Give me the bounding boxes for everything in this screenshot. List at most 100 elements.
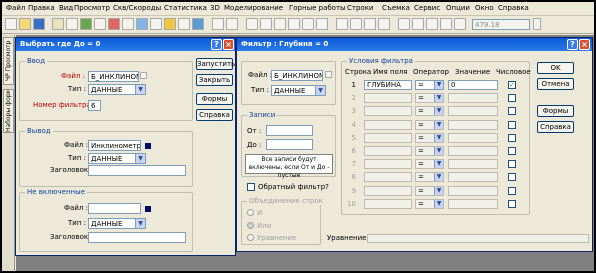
condition-field-input[interactable] <box>364 172 412 183</box>
grid-icon[interactable] <box>52 18 64 30</box>
fit-icon[interactable] <box>398 18 410 30</box>
output-file-browse-icon[interactable] <box>145 143 151 149</box>
forms-button[interactable]: Формы <box>196 93 233 105</box>
save-icon[interactable] <box>33 18 45 30</box>
condition-field-input[interactable] <box>364 106 412 117</box>
measure-icon[interactable] <box>440 18 452 30</box>
output-type-select[interactable]: ДАННЫЕ ▼ <box>88 153 146 164</box>
pan-icon[interactable] <box>412 18 424 30</box>
list-icon[interactable] <box>178 18 190 30</box>
help-pointer-icon[interactable] <box>226 18 238 30</box>
condition-operator-select[interactable]: = ▼ <box>415 132 444 143</box>
condition-operator-select[interactable]: = ▼ <box>415 185 444 196</box>
condition-field-input[interactable] <box>364 93 412 104</box>
cancel-button[interactable]: Отмена <box>537 78 574 90</box>
menu-help[interactable]: Справка <box>498 4 529 12</box>
condition-value-input[interactable] <box>448 172 498 183</box>
sun-icon[interactable] <box>164 18 176 30</box>
menu-preview[interactable]: Просмотр <box>74 4 110 12</box>
menu-window[interactable]: Окно <box>475 4 494 12</box>
union-equation-radio[interactable] <box>247 234 254 241</box>
arrow-left-icon[interactable] <box>364 18 376 30</box>
condition-operator-select[interactable]: = ▼ <box>415 119 444 130</box>
table-icon[interactable] <box>94 18 106 30</box>
condition-operator-select[interactable]: = ▼ <box>415 106 444 117</box>
menu-survey[interactable]: Съемка <box>382 4 410 12</box>
menu-view[interactable]: Вид <box>59 4 73 12</box>
condition-field-input[interactable] <box>364 159 412 170</box>
hand-icon[interactable] <box>302 18 314 30</box>
filter-number-field[interactable]: 6 <box>88 100 101 111</box>
zoom-out-icon[interactable] <box>288 18 300 30</box>
filter-file-field[interactable]: Б_ИНКЛИНОМ <box>271 70 323 81</box>
menu-mining[interactable]: Горные работы <box>289 4 346 12</box>
condition-field-input[interactable] <box>364 119 412 130</box>
menu-edit[interactable]: Правка <box>28 4 55 12</box>
filter-help-button[interactable]: Справка <box>537 121 574 133</box>
condition-value-input[interactable]: 0 <box>448 80 498 90</box>
grid-view-icon[interactable] <box>150 18 162 30</box>
condition-value-input[interactable] <box>448 159 498 170</box>
condition-operator-select[interactable]: = ▼ <box>415 159 444 170</box>
condition-numeric-checkbox[interactable] <box>508 94 516 103</box>
close-button[interactable]: Закрыть <box>196 74 233 86</box>
stop-icon[interactable] <box>246 18 258 30</box>
condition-field-input[interactable] <box>364 132 412 143</box>
run-button[interactable]: Запустить <box>196 58 235 70</box>
condition-operator-select[interactable]: = ▼ <box>415 172 444 183</box>
excluded-file-browse-icon[interactable] <box>145 206 151 212</box>
window-icon[interactable] <box>136 18 148 30</box>
arrow-up-icon[interactable] <box>336 18 348 30</box>
bookmark-icon[interactable] <box>192 18 204 30</box>
equation-field[interactable] <box>367 234 589 243</box>
tab-preview[interactable]: ЧР Просмотр <box>3 37 14 85</box>
condition-value-input[interactable] <box>448 198 498 209</box>
condition-value-input[interactable] <box>448 106 498 117</box>
condition-value-input[interactable] <box>448 93 498 104</box>
help-button[interactable]: Справка <box>196 109 233 121</box>
menu-statistics[interactable]: Статистика <box>164 4 207 12</box>
condition-value-input[interactable] <box>448 132 498 143</box>
menu-strings[interactable]: Строки <box>347 4 373 12</box>
condition-field-input[interactable] <box>364 198 412 209</box>
excluded-header-field[interactable] <box>88 232 186 243</box>
new-file-icon[interactable] <box>5 18 17 30</box>
chart-icon[interactable] <box>108 18 120 30</box>
condition-operator-select[interactable]: = ▼ <box>415 198 444 209</box>
condition-numeric-checkbox[interactable] <box>508 107 516 116</box>
rotate-icon[interactable] <box>316 18 328 30</box>
pointer-icon[interactable] <box>212 18 224 30</box>
condition-numeric-checkbox[interactable] <box>508 173 516 182</box>
menu-options[interactable]: Опции <box>446 4 470 12</box>
condition-value-input[interactable] <box>448 146 498 156</box>
condition-numeric-checkbox[interactable] <box>508 120 516 129</box>
excluded-type-select[interactable]: ДАННЫЕ ▼ <box>88 218 146 229</box>
refresh-icon[interactable] <box>260 18 272 30</box>
section-icon[interactable] <box>454 18 466 30</box>
condition-value-input[interactable] <box>448 119 498 130</box>
condition-operator-select[interactable]: = ▼ <box>415 80 444 90</box>
menu-file[interactable]: Файл <box>6 4 25 12</box>
zoom-field[interactable]: 479.18 <box>472 19 530 30</box>
menu-modeling[interactable]: Моделирование <box>224 4 283 12</box>
arrow-down-icon[interactable] <box>350 18 362 30</box>
filter-dialog-help-icon[interactable]: ? <box>567 39 578 50</box>
condition-numeric-checkbox[interactable] <box>508 147 516 155</box>
file-browse-icon[interactable] <box>140 72 147 79</box>
select-dialog-close-icon[interactable]: × <box>223 39 234 50</box>
layers-icon[interactable] <box>122 18 134 30</box>
zoom-dropdown-icon[interactable] <box>533 18 541 30</box>
records-to-field[interactable] <box>266 139 313 150</box>
condition-numeric-checkbox[interactable]: ✓ <box>508 81 516 89</box>
condition-field-input[interactable]: ГЛУБИНА <box>364 80 412 90</box>
input-file-field[interactable]: Б_ИНКЛИНОМ <box>88 71 139 82</box>
condition-field-input[interactable] <box>364 185 412 196</box>
map-icon[interactable] <box>80 18 92 30</box>
reverse-filter-checkbox[interactable] <box>247 183 255 191</box>
condition-numeric-checkbox[interactable] <box>508 160 516 169</box>
union-or-radio[interactable] <box>247 222 254 229</box>
union-and-radio[interactable] <box>247 209 254 216</box>
menu-boreholes[interactable]: Скв/Скороды <box>113 4 161 12</box>
zoom-in-icon[interactable] <box>274 18 286 30</box>
output-header-field[interactable] <box>88 165 186 176</box>
